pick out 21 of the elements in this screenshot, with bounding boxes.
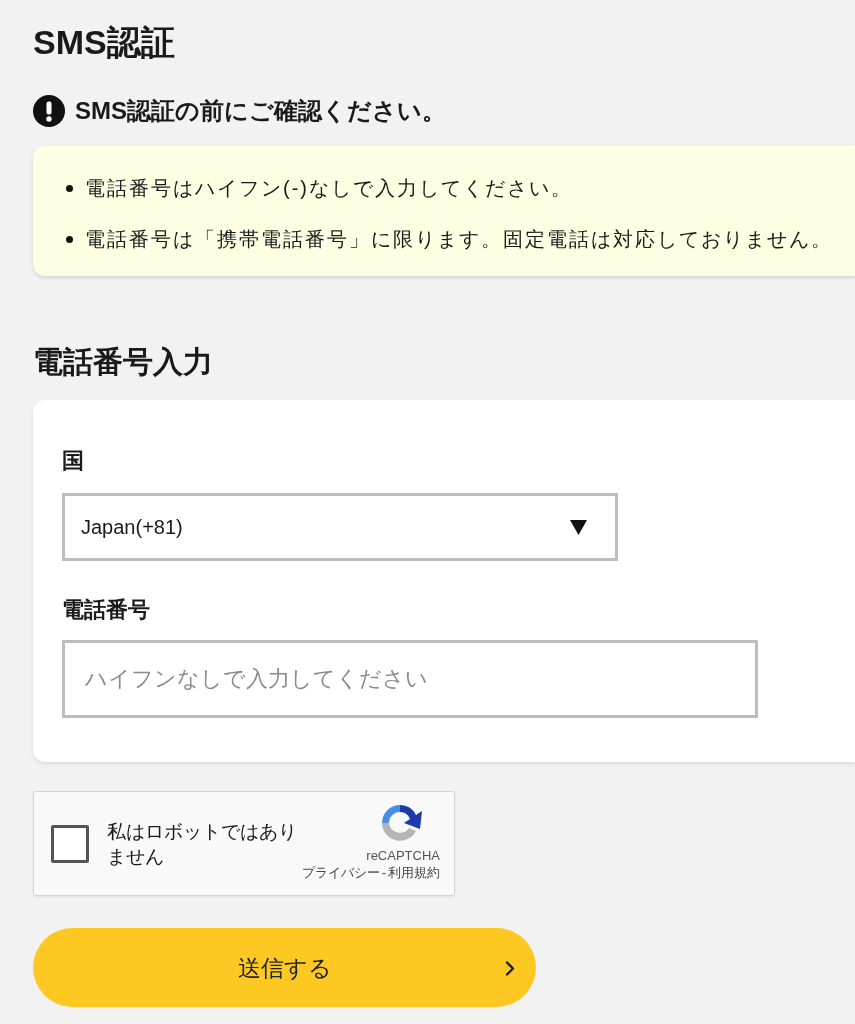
notice-item: 電話番号はハイフン(-)なしで入力してください。 — [85, 176, 573, 201]
submit-button[interactable]: 送信する — [33, 928, 536, 1007]
country-select[interactable]: Japan(+81) — [62, 493, 618, 561]
bullet-icon — [66, 184, 73, 192]
country-label: 国 — [62, 447, 84, 475]
terms-link[interactable]: 利用規約 — [388, 864, 440, 881]
phone-label: 電話番号 — [62, 596, 150, 624]
recaptcha-brand: reCAPTCHA — [366, 847, 440, 864]
bullet-icon — [66, 235, 73, 243]
link-separator: - — [381, 864, 386, 881]
notice-item: 電話番号は「携帯電話番号」に限ります。固定電話は対応しておりません。 — [85, 227, 833, 252]
exclamation-icon — [33, 95, 65, 127]
chevron-right-icon — [505, 961, 515, 976]
checkbox[interactable] — [51, 824, 89, 863]
caret-icon — [570, 519, 587, 535]
section-heading: 電話番号入力 — [33, 344, 213, 380]
recaptcha-label: 私はロボットではありません — [107, 819, 298, 869]
phone-input[interactable]: ハイフンなしで入力してください — [62, 640, 758, 718]
privacy-link[interactable]: プライバシー — [301, 864, 380, 881]
notice-heading: SMS認証の前にご確認ください。 — [75, 96, 446, 126]
page-title: SMS認証 — [33, 22, 175, 63]
